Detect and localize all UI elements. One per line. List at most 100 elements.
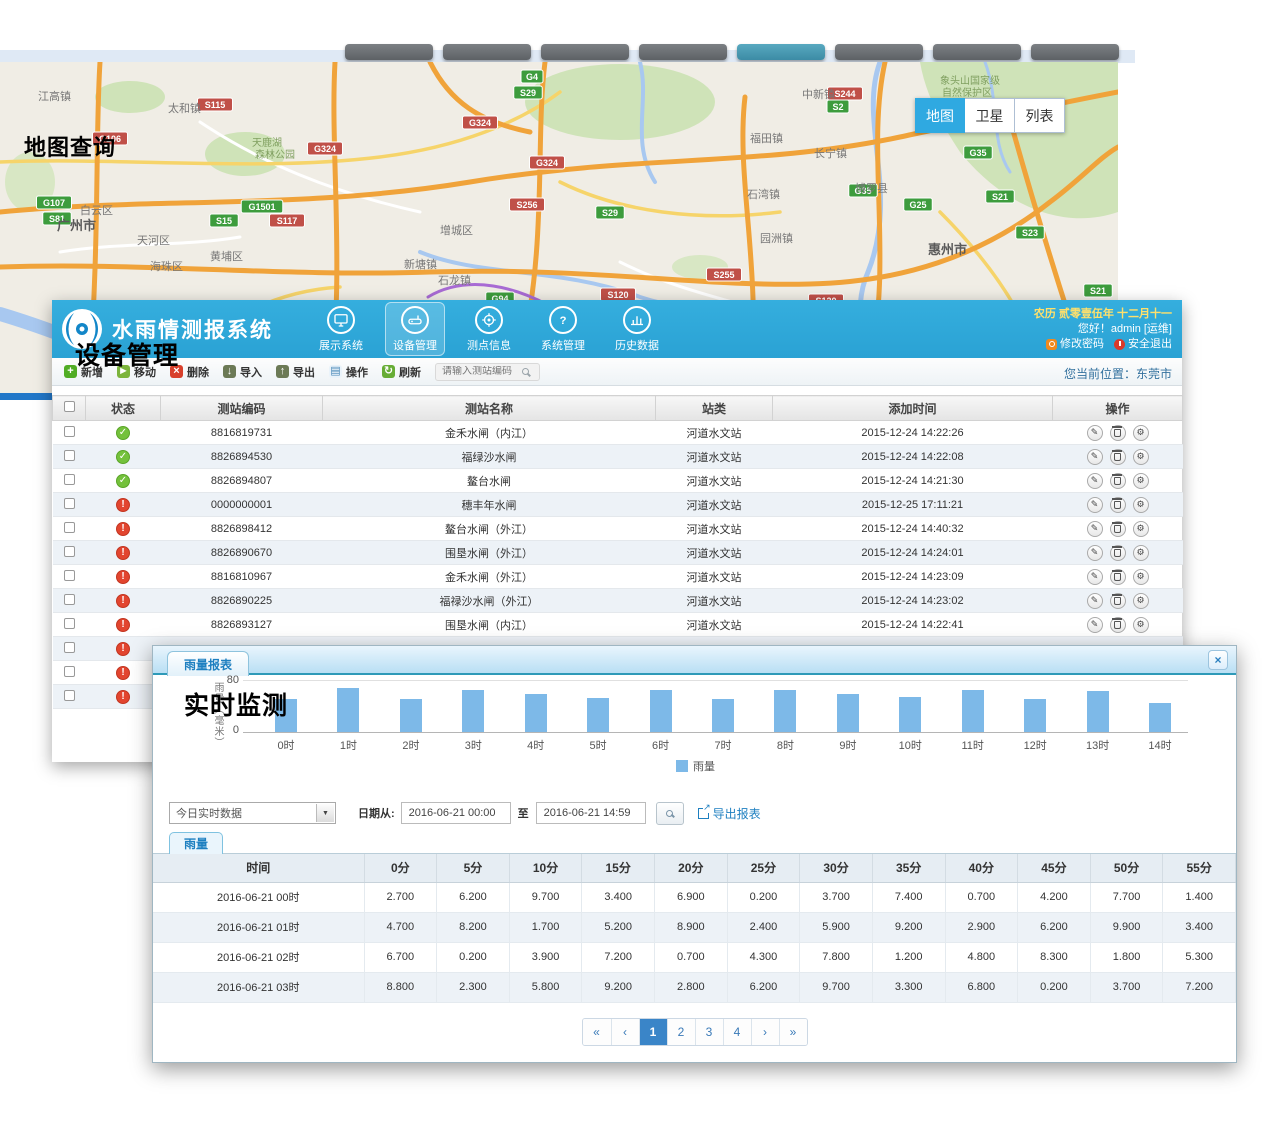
page-1-button[interactable]: 1: [639, 1019, 667, 1045]
close-icon[interactable]: ×: [1208, 650, 1228, 670]
gear-icon[interactable]: ⚙: [1133, 617, 1149, 633]
edit-icon[interactable]: ✎: [1087, 473, 1103, 489]
trash-icon[interactable]: [1110, 449, 1126, 465]
chevron-down-icon[interactable]: ▼: [316, 804, 334, 822]
station-row[interactable]: ✓ 8826894530 福绿沙水闸 河道水文站 2015-12-24 14:2…: [53, 445, 1183, 469]
trash-icon[interactable]: [1110, 569, 1126, 585]
station-row[interactable]: ✓ 8826894807 鳌台水闸 河道水文站 2015-12-24 14:21…: [53, 469, 1183, 493]
key-icon: [1046, 339, 1057, 350]
date-to-input[interactable]: [536, 802, 646, 824]
window-tab[interactable]: [443, 44, 531, 60]
page-3-button[interactable]: 3: [695, 1019, 723, 1045]
operate-icon: ▤: [329, 365, 342, 378]
change-password-link[interactable]: 修改密码: [1046, 337, 1104, 352]
station-search-input[interactable]: [442, 366, 522, 377]
tab-rain-report[interactable]: 雨量报表: [167, 651, 249, 676]
station-search-box[interactable]: [435, 363, 540, 381]
window-tab[interactable]: [345, 44, 433, 60]
gear-icon[interactable]: ⚙: [1133, 497, 1149, 513]
trash-icon[interactable]: [1110, 593, 1126, 609]
gear-icon[interactable]: ⚙: [1133, 545, 1149, 561]
edit-icon[interactable]: ✎: [1087, 545, 1103, 561]
row-checkbox[interactable]: [64, 594, 75, 605]
station-row[interactable]: ! 8826890225 福禄沙水闸（外江） 河道水文站 2015-12-24 …: [53, 589, 1183, 613]
row-checkbox[interactable]: [64, 690, 75, 701]
window-tab[interactable]: [1031, 44, 1119, 60]
trash-icon[interactable]: [1110, 497, 1126, 513]
next-page-button[interactable]: ›: [751, 1019, 779, 1045]
query-button[interactable]: [656, 802, 684, 825]
station-type: 河道水文站: [656, 421, 773, 445]
row-checkbox[interactable]: [64, 666, 75, 677]
nav-系统管理[interactable]: ?系统管理: [533, 302, 593, 356]
window-tab[interactable]: [933, 44, 1021, 60]
map-control-地图[interactable]: 地图: [915, 98, 965, 133]
row-checkbox[interactable]: [64, 618, 75, 629]
gear-icon[interactable]: ⚙: [1133, 449, 1149, 465]
trash-icon[interactable]: [1110, 473, 1126, 489]
first-page-button[interactable]: «: [583, 1019, 611, 1045]
road-badge: S21: [1084, 284, 1113, 297]
nav-历史数据[interactable]: 历史数据: [607, 302, 667, 356]
edit-icon[interactable]: ✎: [1087, 617, 1103, 633]
row-checkbox[interactable]: [64, 522, 75, 533]
edit-icon[interactable]: ✎: [1087, 521, 1103, 537]
station-row[interactable]: ! 0000000001 穗丰年水闸 河道水文站 2015-12-25 17:1…: [53, 493, 1183, 517]
toolbar-导出-button[interactable]: ↑导出: [276, 364, 315, 380]
gear-icon[interactable]: ⚙: [1133, 569, 1149, 585]
window-tab[interactable]: [835, 44, 923, 60]
nav-设备管理[interactable]: 设备管理: [385, 302, 445, 356]
station-row[interactable]: ! 8826898412 鳌台水闸（外江） 河道水文站 2015-12-24 1…: [53, 517, 1183, 541]
last-page-button[interactable]: »: [779, 1019, 807, 1045]
station-row[interactable]: ! 8826890670 围垦水闸（外江） 河道水文站 2015-12-24 1…: [53, 541, 1183, 565]
data-type-select[interactable]: 今日实时数据 ▼: [169, 802, 336, 824]
window-tab[interactable]: [737, 44, 825, 60]
date-from-input[interactable]: [401, 802, 511, 824]
row-checkbox[interactable]: [64, 498, 75, 509]
map-control-卫星[interactable]: 卫星: [965, 98, 1015, 133]
row-checkbox[interactable]: [64, 426, 75, 437]
export-report-link[interactable]: 导出报表: [698, 805, 761, 822]
row-checkbox[interactable]: [64, 450, 75, 461]
gear-icon[interactable]: ⚙: [1133, 473, 1149, 489]
chart-icon: [623, 306, 651, 334]
station-row[interactable]: ✓ 8816819731 金禾水闸（内江） 河道水文站 2015-12-24 1…: [53, 421, 1183, 445]
nav-测点信息[interactable]: 测点信息: [459, 302, 519, 356]
gear-icon[interactable]: ⚙: [1133, 521, 1149, 537]
edit-icon[interactable]: ✎: [1087, 593, 1103, 609]
row-checkbox[interactable]: [64, 642, 75, 653]
row-checkbox[interactable]: [64, 474, 75, 485]
row-checkbox[interactable]: [64, 570, 75, 581]
chart-legend: 雨量: [153, 758, 1238, 774]
nav-展示系统[interactable]: 展示系统: [311, 302, 371, 356]
station-row[interactable]: ! 8816810967 金禾水闸（外江） 河道水文站 2015-12-24 1…: [53, 565, 1183, 589]
logout-link[interactable]: 安全退出: [1114, 337, 1172, 352]
trash-icon[interactable]: [1110, 425, 1126, 441]
edit-icon[interactable]: ✎: [1087, 497, 1103, 513]
trash-icon[interactable]: [1110, 545, 1126, 561]
toolbar-刷新-button[interactable]: ↻刷新: [382, 364, 421, 380]
edit-icon[interactable]: ✎: [1087, 569, 1103, 585]
prev-page-button[interactable]: ‹: [611, 1019, 639, 1045]
window-tab[interactable]: [541, 44, 629, 60]
tab-rain[interactable]: 雨量: [169, 832, 223, 854]
trash-icon[interactable]: [1110, 617, 1126, 633]
edit-icon[interactable]: ✎: [1087, 425, 1103, 441]
window-tab[interactable]: [639, 44, 727, 60]
page-4-button[interactable]: 4: [723, 1019, 751, 1045]
page-2-button[interactable]: 2: [667, 1019, 695, 1045]
gear-icon[interactable]: ⚙: [1133, 425, 1149, 441]
toolbar-操作-button[interactable]: ▤操作: [329, 364, 368, 380]
map-control-列表[interactable]: 列表: [1015, 98, 1065, 133]
station-row[interactable]: ! 8826893127 围垦水闸（内江） 河道水文站 2015-12-24 1…: [53, 613, 1183, 637]
added-time: 2015-12-24 14:23:02: [773, 589, 1053, 613]
svg-text:S29: S29: [520, 88, 536, 98]
edit-icon[interactable]: ✎: [1087, 449, 1103, 465]
row-checkbox[interactable]: [64, 546, 75, 557]
rain-value: 8.800: [364, 972, 437, 1002]
trash-icon[interactable]: [1110, 521, 1126, 537]
rain-value: 1.400: [1163, 882, 1236, 912]
select-all-checkbox[interactable]: [64, 401, 75, 412]
gear-icon[interactable]: ⚙: [1133, 593, 1149, 609]
toolbar-导入-button[interactable]: ↓导入: [223, 364, 262, 380]
